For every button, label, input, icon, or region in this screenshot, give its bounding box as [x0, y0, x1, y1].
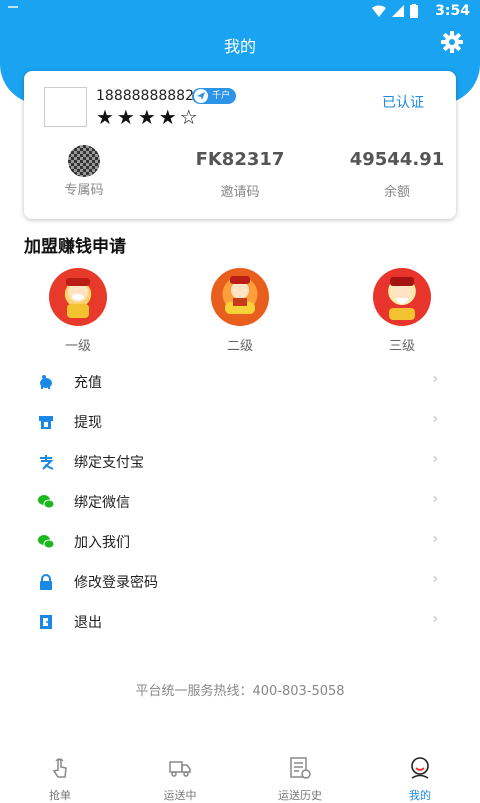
chevron-right-icon: ›: [432, 571, 438, 587]
withdraw-icon: [39, 416, 53, 429]
history-icon: [290, 757, 311, 779]
tab-label: 运送中: [163, 789, 197, 802]
tab-label: 运送历史: [278, 789, 322, 802]
profile-card: 18888888882 千户 ★★★★☆ 已认证 专属码 FK82317 邀请码…: [24, 71, 456, 219]
avatar[interactable]: [44, 87, 87, 127]
lock-icon: [40, 574, 52, 590]
gear-icon: [441, 31, 463, 53]
level-label: 三级: [388, 339, 415, 354]
tab-delivery-history[interactable]: 运送历史: [240, 750, 360, 802]
menu-item-label: 退出: [74, 615, 102, 631]
tab-label: 我的: [409, 789, 431, 802]
chevron-right-icon: ›: [432, 451, 438, 467]
tab-mine[interactable]: 我的: [360, 750, 480, 802]
wifi-icon: [372, 5, 386, 17]
bottom-tab-bar: 抢单 运送中 运送历史 我的: [0, 750, 480, 802]
service-hotline[interactable]: 平台统一服务热线：400-803-5058: [0, 680, 480, 699]
menu-item-bind-alipay[interactable]: 绑定支付宝 ›: [0, 442, 480, 482]
alipay-icon: [40, 455, 54, 470]
chevron-right-icon: ›: [432, 531, 438, 547]
section-title: 加盟赚钱申请: [24, 237, 126, 257]
menu-item-join-us[interactable]: 加入我们 ›: [0, 522, 480, 562]
menu-item-recharge[interactable]: 充值 ›: [0, 362, 480, 402]
stat-exclusive-code[interactable]: 专属码: [24, 145, 144, 198]
qr-code-icon: [68, 145, 100, 177]
menu-item-change-password[interactable]: 修改登录密码 ›: [0, 562, 480, 602]
rank-badge: 千户: [192, 88, 237, 104]
wechat-icon: [38, 535, 54, 549]
franchise-levels: 一级 二级 三级: [0, 268, 480, 354]
system-icons: [372, 4, 418, 18]
hand-tap-icon: [52, 758, 67, 778]
level-1[interactable]: 一级: [38, 268, 118, 354]
notification-icon: [8, 6, 18, 8]
status-bar: 3:54: [0, 0, 480, 24]
chevron-right-icon: ›: [432, 491, 438, 507]
stat-balance: 49544.91 余额: [337, 147, 457, 200]
menu-item-label: 绑定微信: [74, 495, 130, 511]
stat-label: 专属码: [64, 183, 104, 198]
menu-item-bind-wechat[interactable]: 绑定微信 ›: [0, 482, 480, 522]
menu-item-label: 修改登录密码: [74, 575, 158, 591]
fortune-god-icon: [373, 268, 431, 326]
fortune-god-icon: [211, 268, 269, 326]
chevron-right-icon: ›: [432, 611, 438, 627]
wechat-icon: [38, 495, 54, 509]
level-3[interactable]: 三级: [362, 268, 442, 354]
balance-value: 49544.91: [349, 149, 445, 170]
truck-icon: [169, 761, 191, 777]
stat-invite-code: FK82317 邀请码: [180, 147, 300, 200]
battery-icon: [410, 4, 418, 18]
profile-icon: [411, 757, 429, 779]
verified-status[interactable]: 已认证: [382, 92, 424, 112]
level-label: 一级: [64, 339, 91, 354]
star-rating: ★★★★☆: [96, 105, 201, 129]
page-title: 我的: [223, 37, 256, 56]
stat-label: 邀请码: [220, 185, 260, 200]
rank-badge-label: 千户: [212, 91, 231, 101]
signal-icon: [392, 5, 404, 17]
tab-in-transit[interactable]: 运送中: [120, 750, 240, 802]
user-phone: 18888888882: [96, 88, 194, 104]
invite-code-value: FK82317: [195, 149, 285, 170]
tab-grab-order[interactable]: 抢单: [0, 750, 120, 802]
stat-label: 余额: [383, 185, 410, 200]
piggy-bank-icon: [40, 375, 52, 389]
menu-item-label: 加入我们: [74, 535, 130, 551]
exit-icon: [40, 615, 52, 629]
status-time: 3:54: [435, 3, 470, 19]
menu-item-label: 绑定支付宝: [74, 455, 144, 471]
menu-item-label: 提现: [74, 415, 102, 431]
menu-item-logout[interactable]: 退出 ›: [0, 602, 480, 642]
level-2[interactable]: 二级: [200, 268, 280, 354]
menu-item-withdraw[interactable]: 提现 ›: [0, 402, 480, 442]
settings-button[interactable]: [440, 30, 464, 54]
fortune-god-icon: [49, 268, 107, 326]
level-label: 二级: [226, 339, 253, 354]
chevron-right-icon: ›: [432, 411, 438, 427]
menu-item-label: 充值: [74, 375, 102, 391]
tab-label: 抢单: [49, 789, 71, 802]
menu-list: 充值 › 提现 › 绑定支付宝 › 绑定微信 › 加入我们 › 修改登录密码 ›…: [0, 362, 480, 642]
navigation-arrow-icon: [194, 89, 208, 103]
chevron-right-icon: ›: [432, 371, 438, 387]
